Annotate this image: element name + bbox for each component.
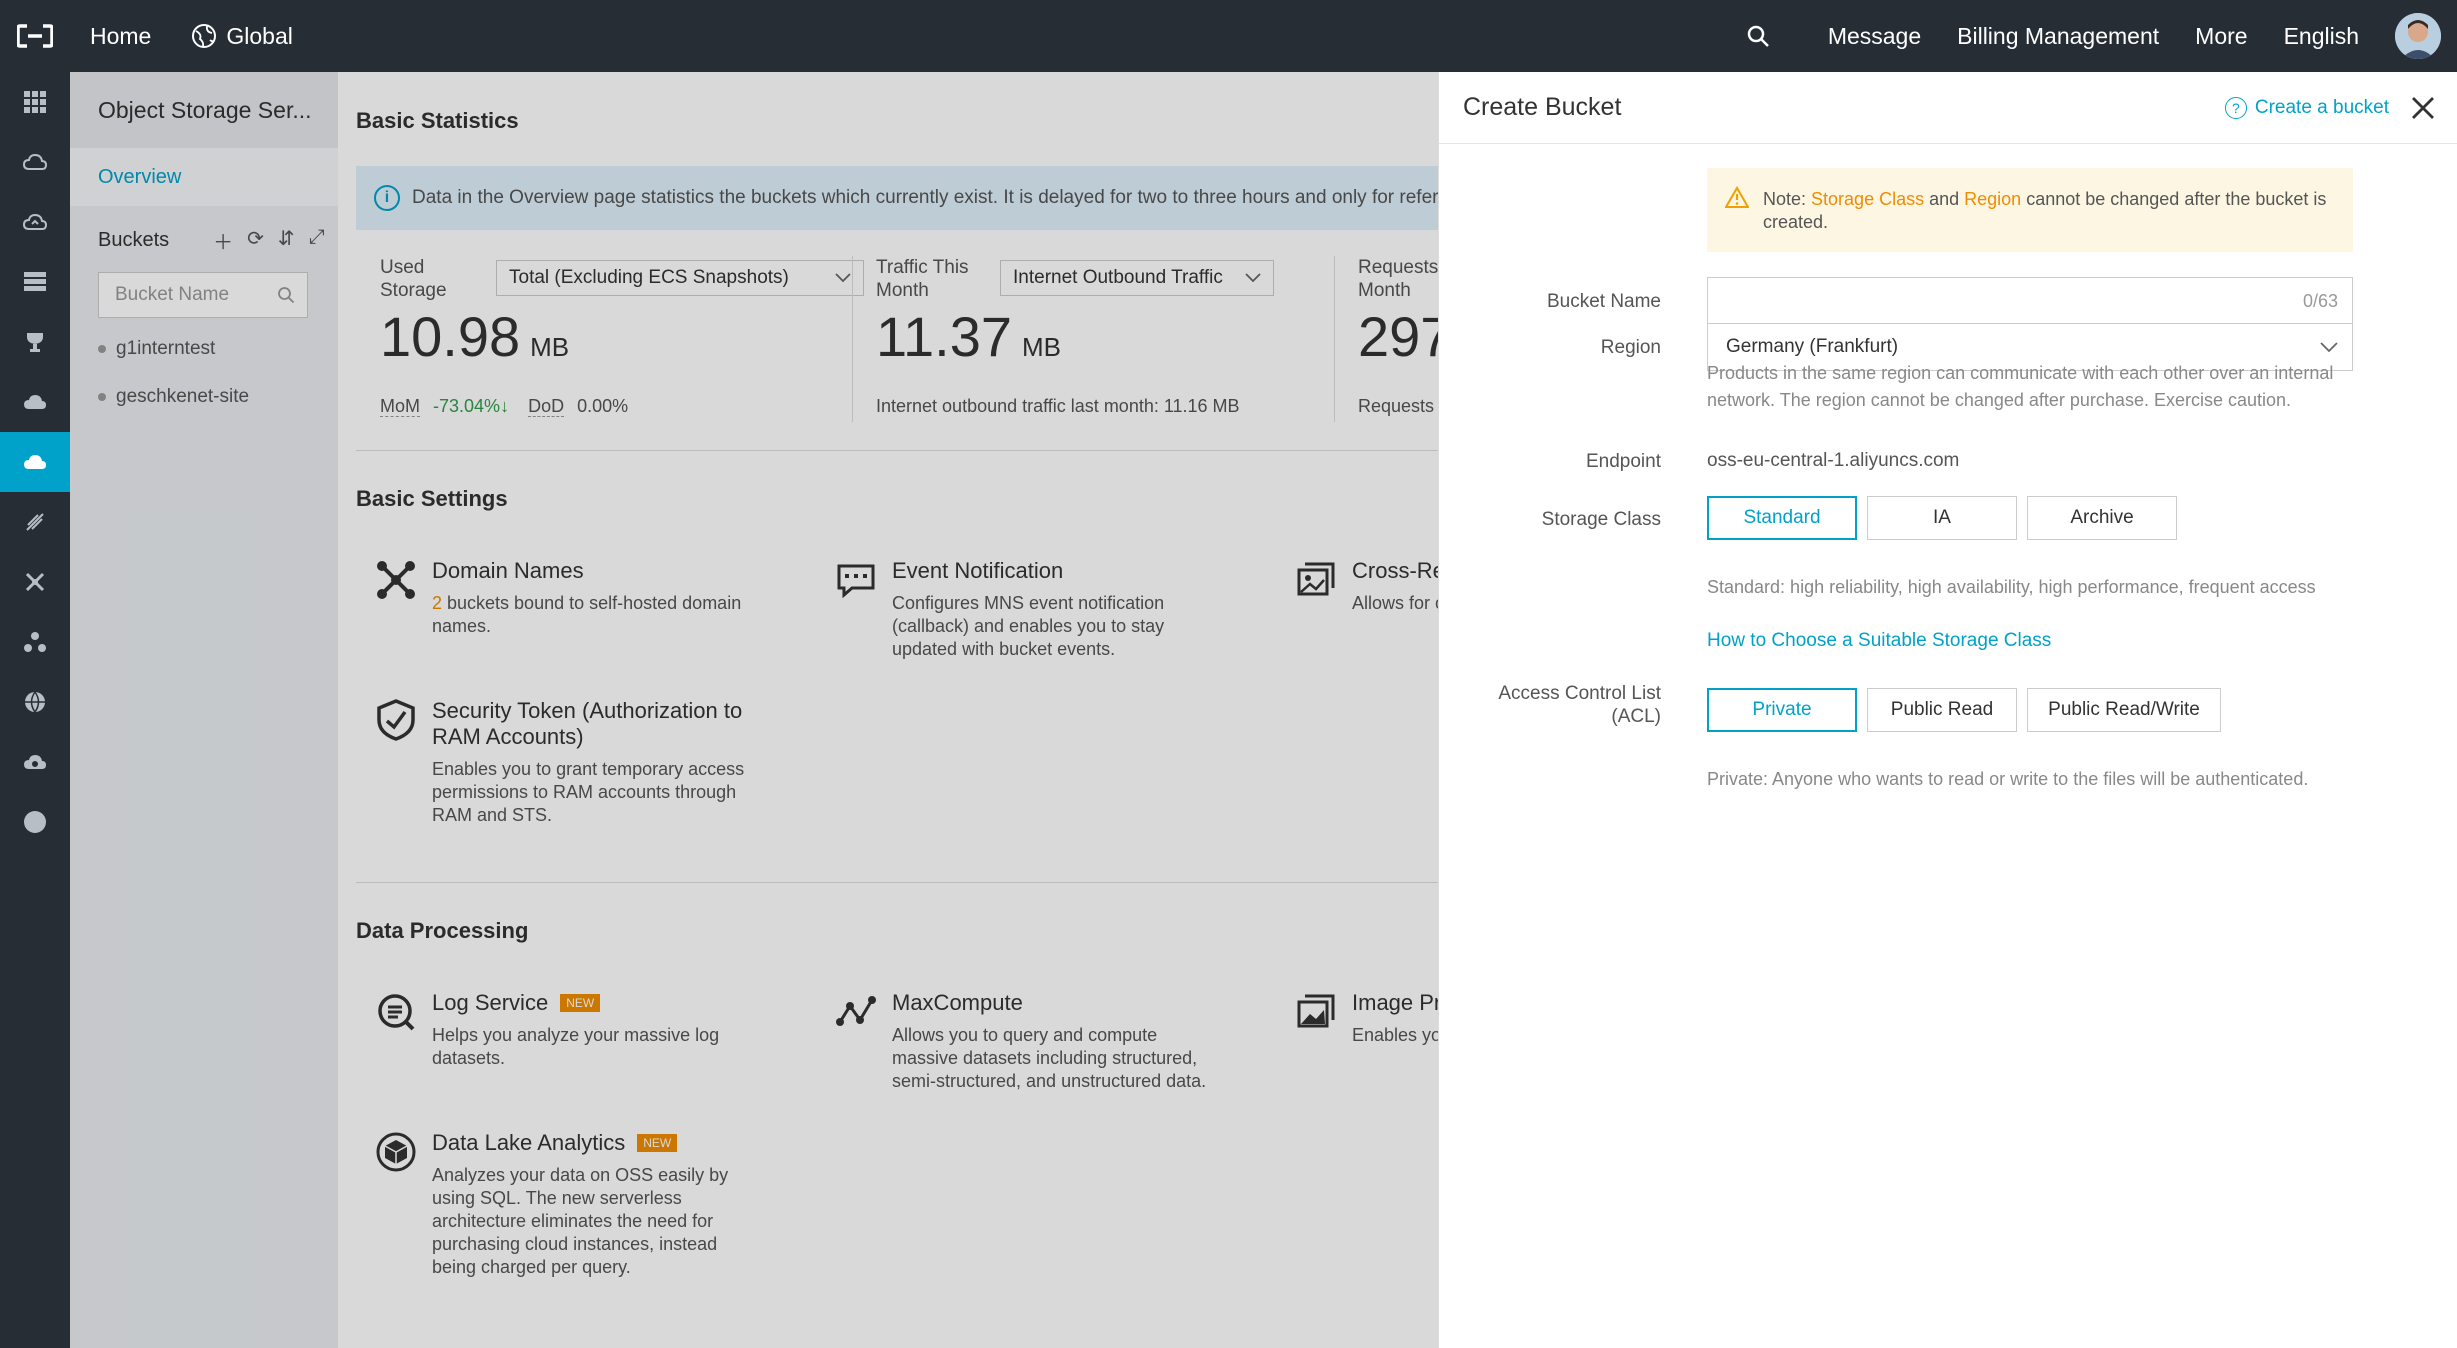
question-circle-icon: ? [2224,97,2247,119]
storage-class-label: Storage Class [1541,509,1661,530]
server-icon[interactable] [0,252,70,312]
endpoint-label: Endpoint [1585,451,1661,472]
acl-help-text: Private: Anyone who wants to read or wri… [1707,769,2309,789]
message-link[interactable]: Message [1828,23,1921,50]
product-icon-rail [0,72,70,1348]
cloud-gear-icon[interactable] [0,732,70,792]
storage-class-standard[interactable]: Standard [1707,496,1857,540]
apps-grid-icon[interactable] [0,72,70,132]
search-icon[interactable] [1746,24,1770,48]
more-menu[interactable]: More [2195,23,2247,50]
acl-label: Access Control List (ACL) [1498,683,1661,727]
storage-class-guide-link[interactable]: How to Choose a Suitable Storage Class [1707,630,2051,652]
top-bar: Home Global Message Billing Management M… [0,0,2457,72]
bucket-name-label: Bucket Name [1546,291,1661,312]
endpoint-value: oss-eu-central-1.aliyuncs.com [1707,450,1960,471]
network-icon[interactable] [0,552,70,612]
storage-class-help-text: Standard: high reliability, high availab… [1707,577,2316,597]
circle-icon[interactable] [0,792,70,852]
trophy-icon[interactable] [0,312,70,372]
chevron-down-icon [2320,341,2338,352]
region-label: Region [1600,337,1661,358]
globe-icon[interactable] [0,672,70,732]
drawer-header: Create Bucket ? Create a bucket [1439,72,2457,144]
bucket-name-input[interactable]: 0/63 [1707,277,2353,325]
modal-backdrop[interactable] [70,72,1438,1348]
cloud-2-icon[interactable] [0,372,70,432]
help-link-label: Create a bucket [2254,97,2389,118]
cloud-icon[interactable] [0,132,70,192]
char-counter: 0/63 [2302,290,2338,311]
storage-class-ia[interactable]: IA [1867,496,2017,540]
drawer-title: Create Bucket [1463,93,1622,121]
global-label: Global [226,22,293,49]
warning-note: Note: Storage Class and Region cannot be… [1707,168,2353,252]
cluster-icon[interactable] [0,612,70,672]
cloud-sync-icon[interactable] [0,192,70,252]
link-icon[interactable] [0,492,70,552]
home-link[interactable]: Home [90,23,151,50]
region-help-text: Products in the same region can communic… [1707,363,2334,410]
storage-class-archive[interactable]: Archive [2027,496,2177,540]
create-bucket-drawer: Create Bucket ? Create a bucket Note: St… [1438,72,2457,1348]
aliyun-logo-icon[interactable] [0,0,70,72]
billing-management-link[interactable]: Billing Management [1957,23,2159,50]
user-avatar[interactable] [2395,13,2441,59]
oss-bucket-icon[interactable] [0,432,70,492]
acl-private[interactable]: Private [1707,688,1857,732]
acl-public-read[interactable]: Public Read [1867,688,2017,732]
global-region-selector[interactable]: Global [191,22,293,50]
language-selector[interactable]: English [2284,23,2359,50]
region-value: Germany (Frankfurt) [1726,336,1899,357]
globe-icon [192,24,217,48]
warning-icon [1725,186,1749,208]
close-icon[interactable] [2409,94,2437,122]
acl-public-read-write[interactable]: Public Read/Write [2027,688,2221,732]
create-bucket-help-link[interactable]: ? Create a bucket [2224,72,2389,144]
